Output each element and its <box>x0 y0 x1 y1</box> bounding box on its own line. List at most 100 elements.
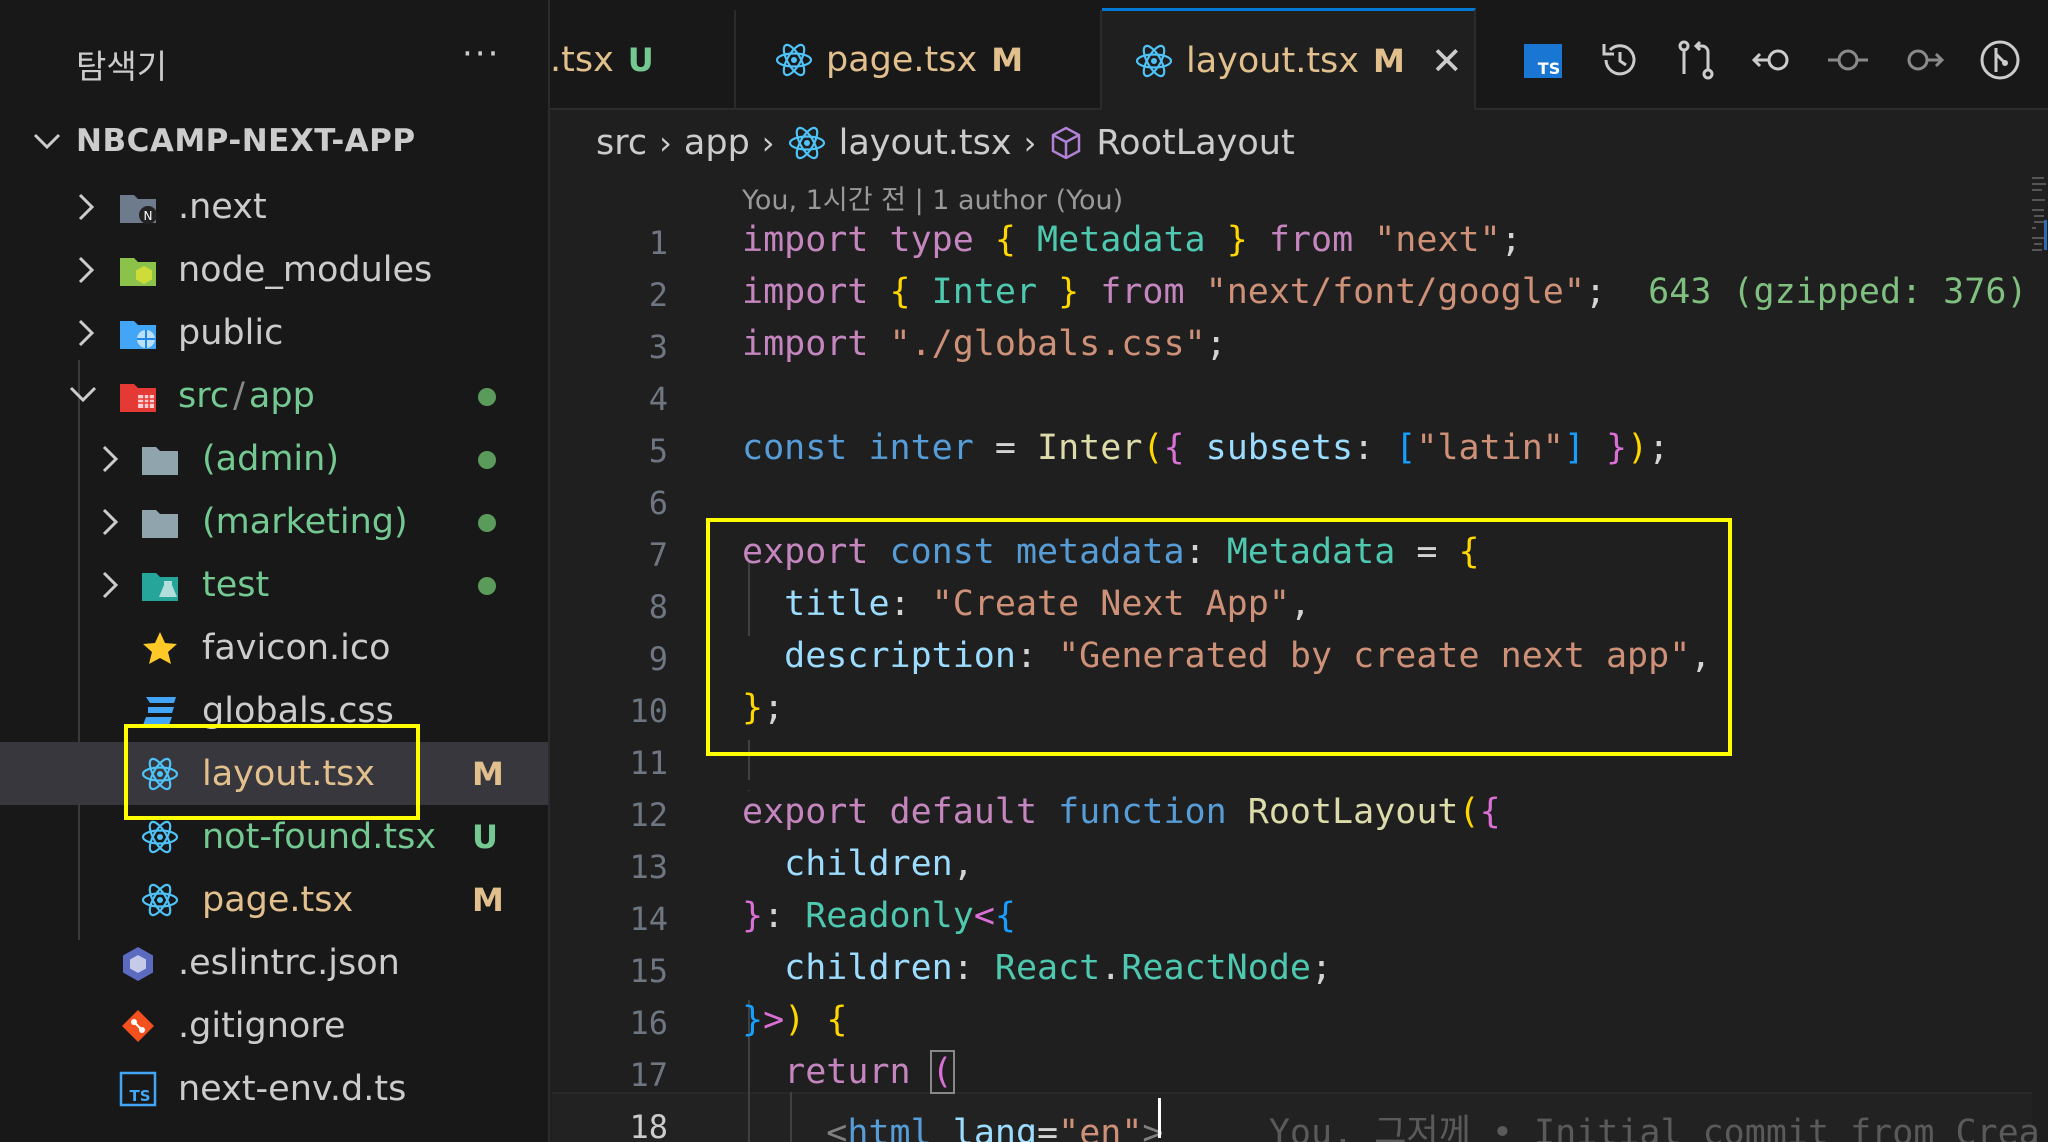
history-icon[interactable] <box>1598 38 1642 82</box>
line-number: 4 <box>648 380 668 418</box>
breadcrumb: src › app › layout.tsx › RootLayout <box>596 118 1295 168</box>
more-actions-icon[interactable]: ··· <box>462 34 500 74</box>
go-back-icon[interactable] <box>1750 38 1794 82</box>
tree-item-marketing[interactable]: (marketing) <box>0 490 548 553</box>
git-modified-badge: M <box>472 755 504 793</box>
line-number: 6 <box>648 484 668 522</box>
breadcrumb-src[interactable]: src <box>596 123 647 163</box>
code-text: return ( <box>784 1050 955 1094</box>
tree-item-next-env[interactable]: TS next-env.d.ts <box>0 1057 548 1120</box>
public-folder-icon <box>120 321 156 349</box>
tab-untracked-badge: U <box>627 41 654 79</box>
code-text: children: React.ReactNode; <box>784 948 1333 988</box>
tab-layout-tsx[interactable]: layout.tsx M ✕ <box>1102 8 1476 110</box>
node-folder-icon <box>120 258 156 286</box>
editor-tab-bar: .tsx U page.tsx M layout.tsx M ✕ TS <box>550 0 2048 110</box>
svg-text:N: N <box>144 209 153 223</box>
tab-tsx[interactable]: .tsx U <box>550 10 736 110</box>
react-icon <box>141 820 179 854</box>
explorer-header: 탐색기 ··· <box>0 0 548 118</box>
tree-item-gitignore[interactable]: .gitignore <box>0 994 548 1057</box>
line-number: 16 <box>629 1004 668 1042</box>
tree-item-label: (marketing) <box>202 502 408 542</box>
minimap[interactable] <box>2030 170 2048 290</box>
app-label: app <box>248 376 315 416</box>
tree-item-label: .gitignore <box>178 1006 346 1046</box>
react-icon <box>788 126 825 160</box>
code-text: <html lang="en"> You, 그저께 • Initial comm… <box>742 1104 2039 1142</box>
next-folder-icon: N <box>120 195 157 224</box>
line-number: 9 <box>648 640 668 678</box>
code-text: import type { Metadata } from "next"; <box>742 220 1522 260</box>
tree-item-test[interactable]: test <box>0 553 548 616</box>
typescript-icon[interactable]: TS <box>1522 38 1566 82</box>
tab-modified-badge: M <box>991 41 1024 79</box>
code-line: 1 import type { Metadata } from "next"; <box>552 218 2032 270</box>
breadcrumb-app[interactable]: app <box>684 123 750 163</box>
line-number: 5 <box>648 432 668 470</box>
git-graph-icon[interactable] <box>1978 38 2022 82</box>
react-icon <box>1135 44 1173 77</box>
tree-item-label: .eslintrc.json <box>178 943 400 983</box>
annotation-highlight-box <box>706 518 1732 756</box>
line-number: 12 <box>629 796 668 834</box>
breadcrumb-file[interactable]: layout.tsx <box>839 123 1012 163</box>
compare-changes-icon[interactable] <box>1674 38 1718 82</box>
tab-label: page.tsx <box>826 40 978 80</box>
go-forward-icon[interactable] <box>1902 38 1946 82</box>
tree-item-public[interactable]: public <box>0 301 548 364</box>
chevron-right-icon <box>78 193 95 221</box>
line-number: 13 <box>629 848 668 886</box>
code-text: }: Readonly<{ <box>742 896 1016 936</box>
line-number: 3 <box>648 328 668 366</box>
svg-text:TS: TS <box>1538 59 1560 78</box>
breadcrumb-separator: › <box>1023 124 1037 162</box>
text-cursor <box>1158 1098 1161 1138</box>
code-line: 3 import "./globals.css"; <box>552 322 2032 374</box>
git-untracked-badge: U <box>472 818 498 856</box>
tree-item-label: favicon.ico <box>202 628 391 668</box>
line-number: 8 <box>648 588 668 626</box>
tab-modified-badge: M <box>1373 41 1405 80</box>
git-status-dot <box>478 451 496 469</box>
tree-item-page-tsx[interactable]: page.tsx M <box>0 868 548 931</box>
code-line: 15 children: React.ReactNode; <box>552 946 2032 998</box>
git-status-dot <box>478 514 496 532</box>
tree-item-eslintrc[interactable]: .eslintrc.json <box>0 931 548 994</box>
code-line: 17 return ( <box>552 1050 2032 1102</box>
close-icon[interactable]: ✕ <box>1431 39 1463 83</box>
code-line: 12 export default function RootLayout({ <box>552 790 2032 842</box>
tree-item-node-modules[interactable]: node_modules <box>0 238 548 301</box>
breadcrumb-symbol[interactable]: RootLayout <box>1096 123 1294 163</box>
tree-item-admin[interactable]: (admin) <box>0 427 548 490</box>
code-line: 13 children, <box>552 842 2032 894</box>
chevron-right-icon <box>102 571 119 599</box>
src-label: src <box>178 376 230 416</box>
code-text: const inter = Inter({ subsets: ["latin"]… <box>742 428 1670 468</box>
line-number: 18 <box>629 1108 668 1142</box>
tree-item-favicon[interactable]: favicon.ico <box>0 616 548 679</box>
eslint-icon <box>123 947 153 981</box>
chevron-right-icon <box>78 256 95 284</box>
tree-item-src-app[interactable]: src / app <box>0 364 548 427</box>
project-root[interactable]: NBCAMP-NEXT-APP <box>0 116 548 168</box>
line-number: 10 <box>629 692 668 730</box>
tree-item-label: public <box>178 313 284 353</box>
code-line: 18 <html lang="en"> You, 그저께 • Initial c… <box>552 1102 2039 1142</box>
code-line: 16 }>) { <box>552 998 2032 1050</box>
tree-item-label: (admin) <box>202 439 339 479</box>
svg-text:TS: TS <box>129 1087 150 1105</box>
folder-icon <box>142 447 178 475</box>
line-number: 15 <box>629 952 668 990</box>
tree-item-next[interactable]: N .next <box>0 175 548 238</box>
path-separator: / <box>233 376 245 416</box>
commit-icon[interactable] <box>1826 38 1870 82</box>
ts-icon: TS <box>119 1071 157 1107</box>
line-number: 14 <box>629 900 668 938</box>
tree-item-label: test <box>202 565 270 605</box>
git-icon <box>122 1010 154 1042</box>
star-icon <box>143 632 177 664</box>
tab-page-tsx[interactable]: page.tsx M <box>736 10 1102 110</box>
tab-label: .tsx <box>550 40 614 80</box>
chevron-down-icon <box>69 386 97 403</box>
